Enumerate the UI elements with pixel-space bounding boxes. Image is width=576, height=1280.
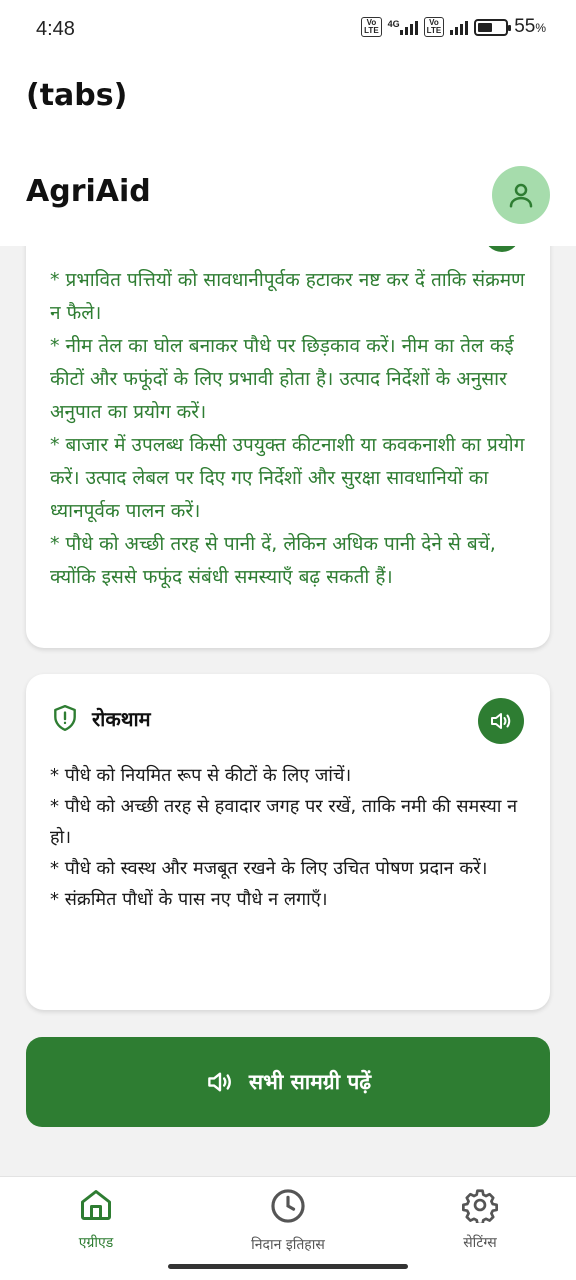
prevention-card: रोकथाम * पौधे को नियमित रूप से कीटों के … — [26, 674, 550, 1010]
nav-label-settings: सेटिंग्स — [463, 1235, 497, 1251]
status-icons: Vo LTE 4G Vo LTE 55% — [361, 16, 546, 38]
nav-label-home: एग्रीएड — [78, 1235, 114, 1251]
prevention-line: * पौधे को अच्छी तरह से हवादार जगह पर रखे… — [50, 796, 518, 848]
treatment-line: * नीम तेल का घोल बनाकर पौधे पर छिड़काव क… — [50, 335, 514, 423]
home-icon — [81, 1190, 111, 1220]
page-title: AgriAid — [26, 174, 151, 209]
prevention-header: रोकथाम — [52, 704, 151, 732]
nav-item-history[interactable]: निदान इतिहास — [208, 1187, 368, 1254]
treatment-card: * प्रभावित पत्तियों को सावधानीपूर्वक हटा… — [26, 200, 550, 648]
speaker-icon — [208, 1072, 231, 1092]
status-time: 4:48 — [36, 18, 75, 40]
person-icon — [509, 183, 533, 208]
battery-fill — [478, 22, 493, 32]
speaker-icon — [491, 713, 511, 729]
network-type: 4G — [387, 19, 400, 29]
speak-prevention-button[interactable] — [478, 698, 524, 744]
treatment-line: * प्रभावित पत्तियों को सावधानीपूर्वक हटा… — [50, 269, 525, 324]
signal-icon: 4G — [388, 19, 418, 35]
shield-alert-icon — [54, 704, 76, 732]
volte-icon-2: Vo LTE — [423, 17, 445, 37]
prevention-line: * पौधे को स्वस्थ और मजबूत रखने के लिए उच… — [50, 858, 488, 879]
battery-icon — [474, 18, 512, 36]
read-all-button[interactable]: सभी सामग्री पढ़ें — [26, 1037, 550, 1127]
read-all-label: सभी सामग्री पढ़ें — [248, 1070, 372, 1094]
nav-item-settings[interactable]: सेटिंग्स — [400, 1187, 560, 1252]
prevention-title: रोकथाम — [92, 706, 151, 731]
nav-label-history: निदान इतिहास — [251, 1237, 325, 1253]
volte-icon: Vo LTE — [361, 17, 382, 37]
prevention-text: * पौधे को नियमित रूप से कीटों के लिए जां… — [50, 760, 530, 915]
home-indicator[interactable] — [168, 1264, 408, 1269]
tabs-title: (tabs) — [26, 78, 128, 113]
clock-icon — [271, 1189, 305, 1223]
prevention-line: * पौधे को नियमित रूप से कीटों के लिए जां… — [50, 765, 352, 786]
treatment-line: * पौधे को अच्छी तरह से पानी दें, लेकिन अ… — [50, 533, 496, 588]
nav-item-home[interactable]: एग्रीएड — [16, 1187, 176, 1252]
status-bar: 4:48 Vo LTE 4G Vo LTE 55% — [0, 0, 576, 60]
app-header-overlay: (tabs) AgriAid — [0, 60, 576, 246]
battery-percent: 55% — [514, 16, 546, 37]
treatment-text: * प्रभावित पत्तियों को सावधानीपूर्वक हटा… — [50, 264, 534, 594]
profile-avatar-button[interactable] — [492, 166, 550, 224]
prevention-line: * संक्रमित पौधों के पास नए पौधे न लगाएँ। — [50, 889, 328, 910]
signal-icon-2 — [450, 19, 469, 35]
gear-icon — [462, 1189, 498, 1223]
treatment-line: * बाजार में उपलब्ध किसी उपयुक्त कीटनाशी … — [50, 434, 525, 522]
